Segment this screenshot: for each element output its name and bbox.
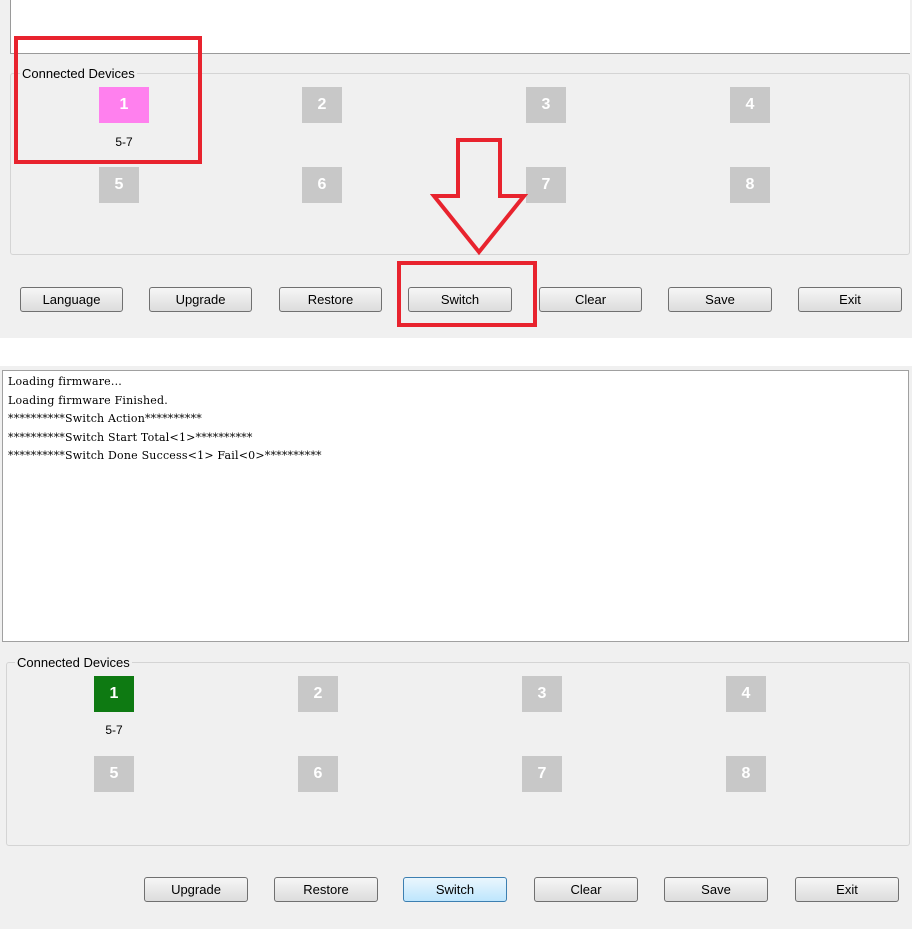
device-slot-3[interactable]: 3 (522, 676, 562, 712)
log-line: Loading firmware... (8, 375, 122, 388)
device-1-port-label: 5-7 (105, 723, 123, 737)
device-slot-4[interactable]: 4 (726, 676, 766, 712)
log-line: **********Switch Start Total<1>*********… (8, 430, 253, 444)
device-slot-1[interactable]: 1 (94, 676, 134, 712)
restore-button[interactable]: Restore (274, 877, 378, 902)
upgrade-button[interactable]: Upgrade (144, 877, 248, 902)
top-window: Connected Devices 1 5-7 2 3 4 5 6 7 8 La… (0, 0, 912, 338)
clear-button[interactable]: Clear (534, 877, 638, 902)
device-slot-2[interactable]: 2 (302, 87, 342, 123)
upgrade-button-top[interactable]: Upgrade (149, 287, 252, 312)
device-slot-4[interactable]: 4 (730, 87, 770, 123)
down-arrow-icon (430, 138, 528, 256)
connected-devices-label-bottom: Connected Devices (15, 655, 132, 670)
device-slot-6[interactable]: 6 (302, 167, 342, 203)
device-slot-5[interactable]: 5 (99, 167, 139, 203)
device-slot-8[interactable]: 8 (726, 756, 766, 792)
device-slot-7[interactable]: 7 (522, 756, 562, 792)
language-button[interactable]: Language (20, 287, 123, 312)
highlight-box-switch (397, 261, 537, 327)
log-line: Loading firmware Finished. (8, 393, 168, 407)
device-slot-5[interactable]: 5 (94, 756, 134, 792)
clear-button-top[interactable]: Clear (539, 287, 642, 312)
device-slot-8[interactable]: 8 (730, 167, 770, 203)
log-line: **********Switch Done Success<1> Fail<0>… (8, 449, 322, 462)
save-button[interactable]: Save (664, 877, 768, 902)
exit-button-top[interactable]: Exit (798, 287, 902, 312)
device-slot-2[interactable]: 2 (298, 676, 338, 712)
bottom-window: Loading firmware... Loading firmware Fin… (0, 366, 912, 929)
highlight-box-device (14, 36, 202, 164)
device-slot-7[interactable]: 7 (526, 167, 566, 203)
save-button-top[interactable]: Save (668, 287, 772, 312)
switch-button[interactable]: Switch (403, 877, 507, 902)
log-line: **********Switch Action********** (8, 412, 202, 425)
restore-button-top[interactable]: Restore (279, 287, 382, 312)
exit-button[interactable]: Exit (795, 877, 899, 902)
connected-devices-group-bottom (6, 662, 910, 846)
log-output[interactable]: Loading firmware... Loading firmware Fin… (2, 370, 909, 642)
device-slot-6[interactable]: 6 (298, 756, 338, 792)
device-slot-3[interactable]: 3 (526, 87, 566, 123)
